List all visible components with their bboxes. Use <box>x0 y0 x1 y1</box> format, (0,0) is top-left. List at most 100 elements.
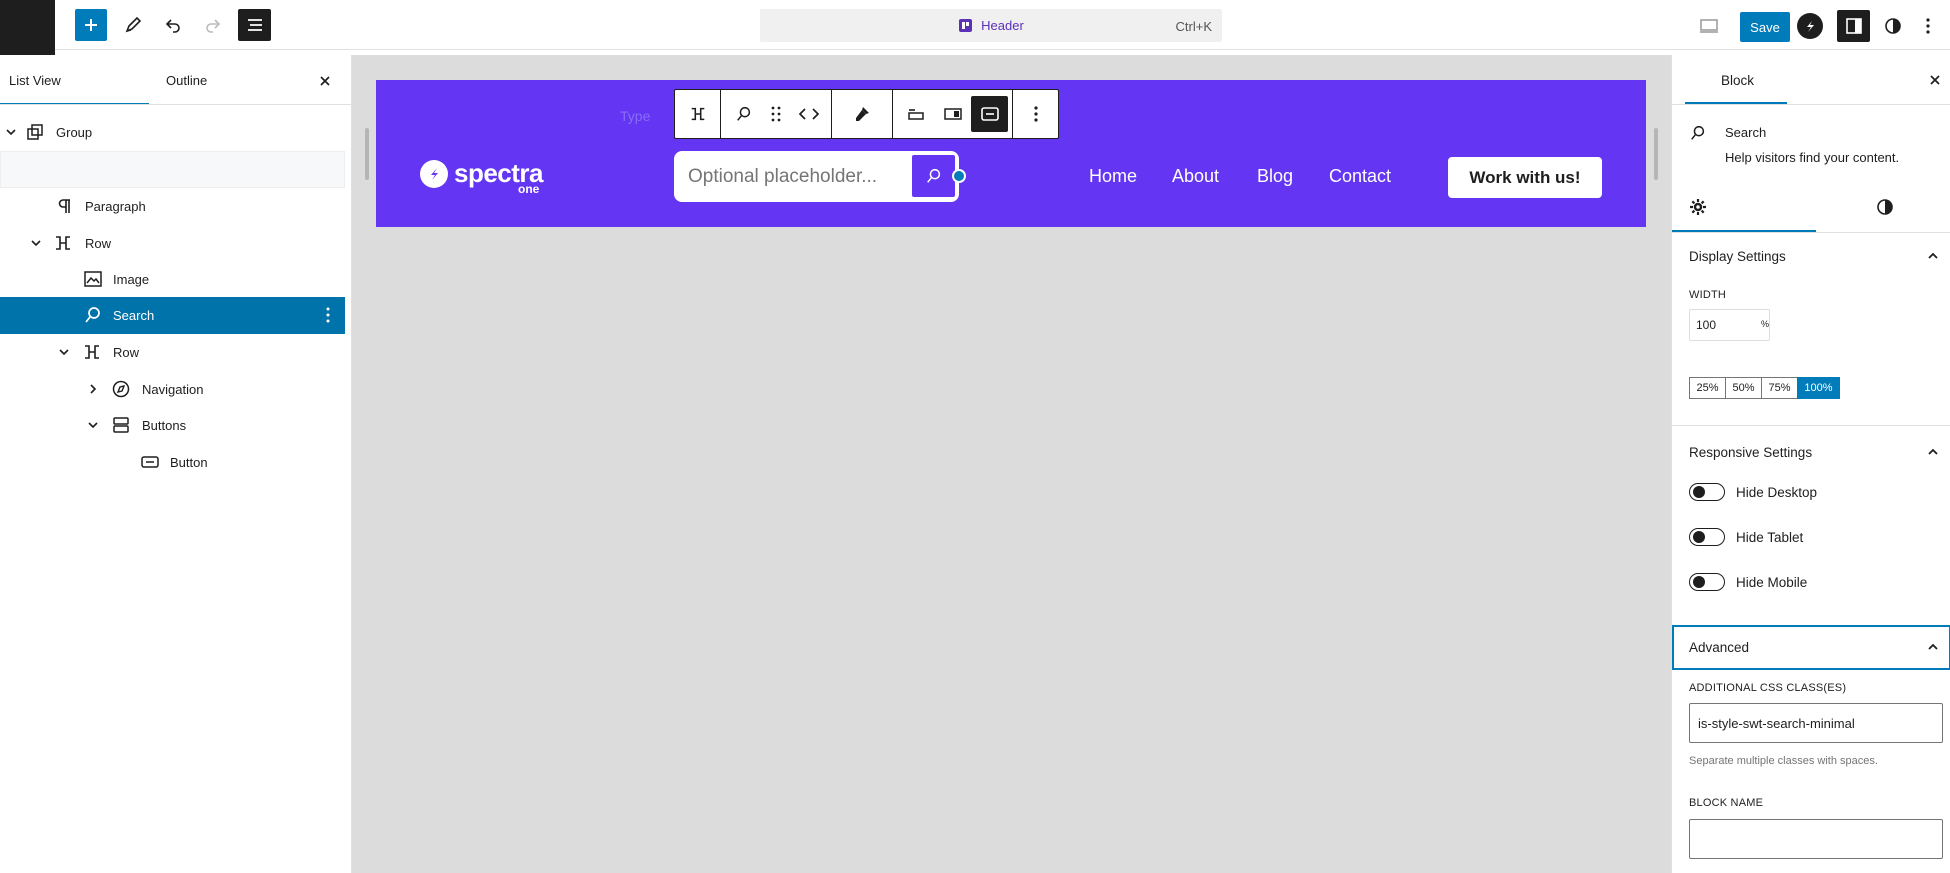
select-parent-button[interactable] <box>679 96 716 132</box>
list-item[interactable]: Image <box>0 261 345 297</box>
width-preset-50[interactable]: 50% <box>1725 377 1762 399</box>
tab-outline[interactable]: Outline <box>166 73 207 88</box>
tools-button[interactable] <box>120 12 146 38</box>
chevron-up-icon[interactable] <box>1926 249 1940 263</box>
chevron-down-icon[interactable] <box>30 237 42 249</box>
plus-icon <box>85 19 97 31</box>
width-unit[interactable]: % <box>1761 319 1769 329</box>
undo-icon <box>165 19 180 33</box>
css-classes-help: Separate multiple classes with spaces. <box>1689 755 1878 767</box>
width-preset-75[interactable]: 75% <box>1761 377 1798 399</box>
save-button[interactable]: Save <box>1740 12 1790 42</box>
advanced-title: Advanced <box>1689 640 1750 655</box>
list-item[interactable]: Row <box>0 334 345 370</box>
desktop-icon <box>1700 19 1718 33</box>
chevron-right-icon[interactable] <box>87 383 99 395</box>
template-part-icon <box>959 19 973 32</box>
list-item-label: Button <box>170 454 208 470</box>
nav-link-home[interactable]: Home <box>1089 166 1137 187</box>
hide-mobile-label: Hide Mobile <box>1736 575 1808 590</box>
label-toggle-button[interactable] <box>897 96 934 132</box>
button-inside-icon <box>943 108 962 120</box>
options-button[interactable] <box>1918 13 1938 39</box>
resize-handle-left[interactable] <box>365 128 369 180</box>
width-label: WIDTH <box>1689 289 1727 301</box>
chevron-up-icon[interactable] <box>1926 445 1940 459</box>
hide-tablet-toggle[interactable] <box>1689 528 1725 546</box>
search-input[interactable] <box>688 163 908 191</box>
list-item-label: Row <box>85 235 112 251</box>
close-icon <box>1930 75 1940 85</box>
divider <box>1672 425 1950 426</box>
list-item[interactable]: Paragraph <box>0 188 345 224</box>
css-classes-input[interactable] <box>1689 703 1943 743</box>
nav-link-blog[interactable]: Blog <box>1257 166 1293 187</box>
tab-list-view[interactable]: List View <box>9 73 61 88</box>
spectra-button[interactable] <box>1797 13 1823 39</box>
chevron-down-icon[interactable] <box>87 419 99 431</box>
style-button[interactable] <box>836 96 888 132</box>
hide-mobile-toggle[interactable] <box>1689 573 1725 591</box>
site-icon[interactable] <box>0 0 55 55</box>
block-options-button[interactable] <box>1017 96 1054 132</box>
styles-button[interactable] <box>1880 13 1906 39</box>
block-name-label: BLOCK NAME <box>1689 797 1764 809</box>
search-icon <box>736 106 750 121</box>
cta-button[interactable]: Work with us! <box>1448 157 1602 198</box>
nav-link-about[interactable]: About <box>1172 166 1219 187</box>
block-type-button[interactable] <box>725 96 762 132</box>
nav-link-contact[interactable]: Contact <box>1329 166 1391 187</box>
close-list-view-button[interactable] <box>316 72 334 90</box>
display-settings-title[interactable]: Display Settings <box>1689 249 1786 264</box>
search-submit-button[interactable] <box>912 155 955 197</box>
more-vertical-icon[interactable] <box>326 307 330 323</box>
move-button[interactable] <box>790 96 827 132</box>
list-item[interactable] <box>0 151 345 188</box>
group-icon <box>27 124 43 140</box>
width-resize-handle[interactable] <box>952 169 966 183</box>
gear-icon <box>1690 199 1706 215</box>
block-name-input[interactable] <box>1689 819 1943 859</box>
chevron-down-icon[interactable] <box>5 126 17 138</box>
button-position-button[interactable] <box>934 96 971 132</box>
tab-block[interactable]: Block <box>1721 73 1754 88</box>
list-item[interactable]: Group <box>0 114 345 150</box>
list-item-label: Row <box>113 344 140 360</box>
preview-button[interactable] <box>1696 13 1722 39</box>
width-input[interactable]: 100 % <box>1689 309 1770 341</box>
toolbar-ghost-label: Type <box>620 108 651 124</box>
width-preset-100[interactable]: 100% <box>1797 377 1840 399</box>
width-preset-25[interactable]: 25% <box>1689 377 1726 399</box>
list-item[interactable]: Button <box>0 444 345 480</box>
chevron-down-icon[interactable] <box>58 346 70 358</box>
responsive-settings-title[interactable]: Responsive Settings <box>1689 445 1812 460</box>
list-item[interactable]: Navigation <box>0 371 345 407</box>
list-item[interactable]: Buttons <box>0 407 345 443</box>
tabs-divider <box>0 104 352 105</box>
list-item-label: Search <box>113 308 155 323</box>
list-item[interactable]: Row <box>0 225 345 261</box>
use-button-toggle[interactable] <box>971 96 1008 132</box>
drag-handle[interactable] <box>762 96 790 132</box>
document-bar[interactable]: Header Ctrl+K <box>760 9 1222 42</box>
block-toolbar <box>674 89 1059 139</box>
list-item-selected[interactable]: Search <box>0 297 345 334</box>
add-block-button[interactable] <box>75 9 107 41</box>
hide-desktop-toggle[interactable] <box>1689 483 1725 501</box>
resize-handle-right[interactable] <box>1654 128 1658 180</box>
width-value: 100 <box>1696 318 1717 332</box>
redo-button[interactable] <box>200 12 226 38</box>
more-vertical-icon <box>1926 18 1930 34</box>
document-overview-button[interactable] <box>238 9 271 41</box>
contrast-icon <box>1885 18 1901 34</box>
settings-sidebar-button[interactable] <box>1837 10 1870 42</box>
tab-settings[interactable] <box>1689 198 1707 216</box>
close-settings-button[interactable] <box>1926 71 1944 89</box>
tab-styles[interactable] <box>1876 198 1894 216</box>
advanced-panel-header[interactable]: Advanced <box>1672 625 1950 670</box>
list-item-label: Paragraph <box>85 198 146 214</box>
list-item-label: Navigation <box>142 381 204 397</box>
undo-button[interactable] <box>160 12 186 38</box>
list-view-panel: List View Outline Group Paragraph Row Im… <box>0 55 352 873</box>
logo-mark[interactable] <box>420 160 448 188</box>
